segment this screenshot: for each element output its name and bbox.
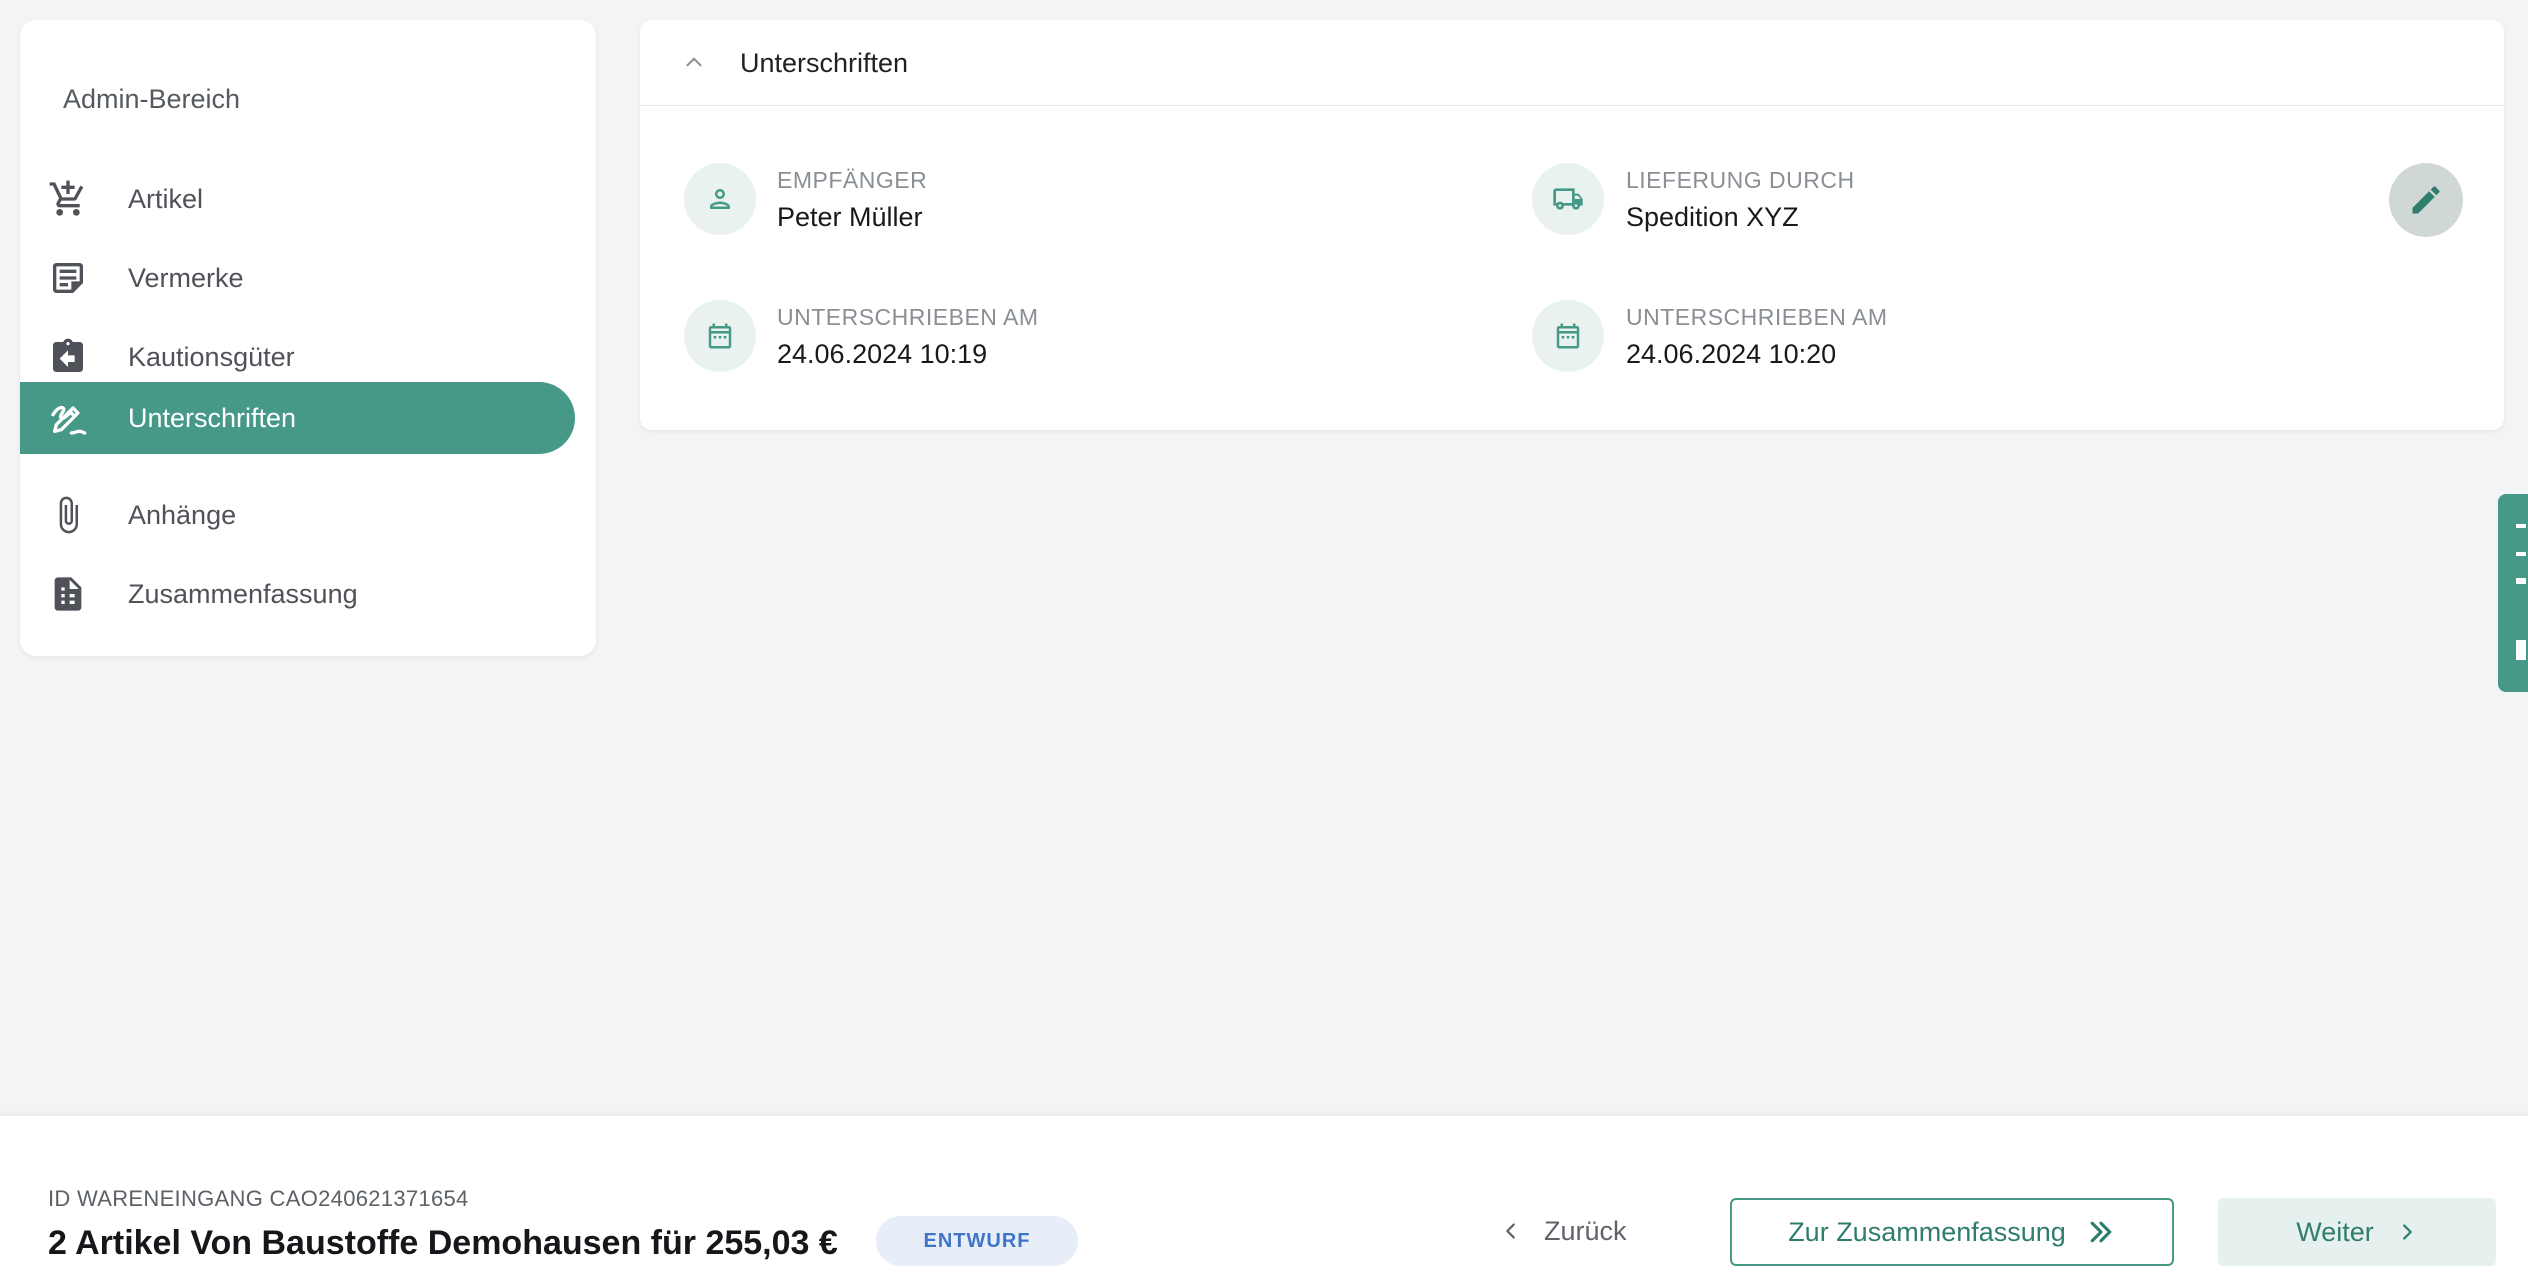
sidebar-header: Admin-Bereich (63, 84, 241, 114)
cart-add-icon (48, 179, 88, 219)
person-icon (684, 163, 756, 235)
double-chevron-right-icon (2090, 1221, 2112, 1243)
summary-document-icon (48, 574, 88, 614)
delivery-label: LIEFERUNG DURCH (1626, 167, 1855, 193)
back-button[interactable]: Zurück (1500, 1198, 1660, 1264)
card-header: Unterschriften (640, 20, 2504, 106)
receipt-id: ID WARENEINGANG CAO240621371654 (48, 1186, 469, 1211)
status-badge: ENTWURF (876, 1216, 1078, 1266)
truck-icon (1532, 163, 1604, 235)
to-summary-button[interactable]: Zur Zusammenfassung (1730, 1198, 2174, 1266)
admin-sidebar: Admin-Bereich Artikel Vermerke Kautionsg… (20, 20, 596, 656)
chevron-up-icon[interactable] (676, 44, 712, 80)
sidebar-item-label: Anhänge (128, 499, 237, 530)
sidebar-item-anhaenge[interactable]: Anhänge (20, 479, 575, 551)
sidebar-item-artikel[interactable]: Artikel (20, 163, 575, 235)
sidebar-item-label: Artikel (128, 183, 204, 214)
tab-mark (2516, 640, 2526, 660)
receipt-summary: 2 Artikel Von Baustoffe Demohausen für 2… (48, 1224, 838, 1262)
chevron-left-icon (1506, 1223, 1515, 1239)
calendar-icon (684, 300, 756, 372)
bottom-action-bar: ID WARENEINGANG CAO240621371654 2 Artike… (0, 1116, 2528, 1288)
sidebar-item-unterschriften[interactable]: Unterschriften (20, 382, 575, 454)
signed-delivery-value: 24.06.2024 10:20 (1626, 339, 1837, 369)
sidebar-item-label: Unterschriften (128, 402, 297, 433)
tab-mark (2516, 524, 2526, 528)
tab-mark (2516, 578, 2526, 584)
note-icon (48, 258, 88, 298)
card-title: Unterschriften (740, 48, 909, 78)
sidebar-item-label: Kautionsgüter (128, 341, 295, 372)
edit-button[interactable] (2389, 163, 2463, 237)
back-button-label: Zurück (1544, 1215, 1627, 1246)
recipient-value: Peter Müller (777, 202, 923, 232)
sidebar-item-label: Zusammenfassung (128, 578, 358, 609)
signatures-card: Unterschriften EMPFÄNGER Peter Müller LI… (640, 20, 2504, 430)
signed-recipient-label: UNTERSCHRIEBEN AM (777, 304, 1039, 330)
tab-mark (2516, 552, 2526, 556)
paperclip-icon (48, 495, 88, 535)
signed-recipient-value: 24.06.2024 10:19 (777, 339, 988, 369)
delivery-value: Spedition XYZ (1626, 202, 1799, 232)
next-button-label: Weiter (2296, 1216, 2374, 1247)
signature-icon (48, 398, 88, 438)
sidebar-item-label: Vermerke (128, 262, 244, 293)
pencil-icon (2412, 186, 2440, 214)
sidebar-item-vermerke[interactable]: Vermerke (20, 242, 575, 314)
recipient-label: EMPFÄNGER (777, 167, 928, 193)
next-button[interactable]: Weiter (2218, 1198, 2496, 1266)
signed-delivery-label: UNTERSCHRIEBEN AM (1626, 304, 1888, 330)
clipboard-return-icon (48, 337, 88, 377)
chevron-right-icon (2402, 1224, 2412, 1240)
to-summary-button-label: Zur Zusammenfassung (1788, 1216, 2066, 1247)
side-panel-tab[interactable] (2498, 494, 2528, 692)
calendar-icon (1532, 300, 1604, 372)
sidebar-item-zusammenfassung[interactable]: Zusammenfassung (20, 558, 575, 630)
